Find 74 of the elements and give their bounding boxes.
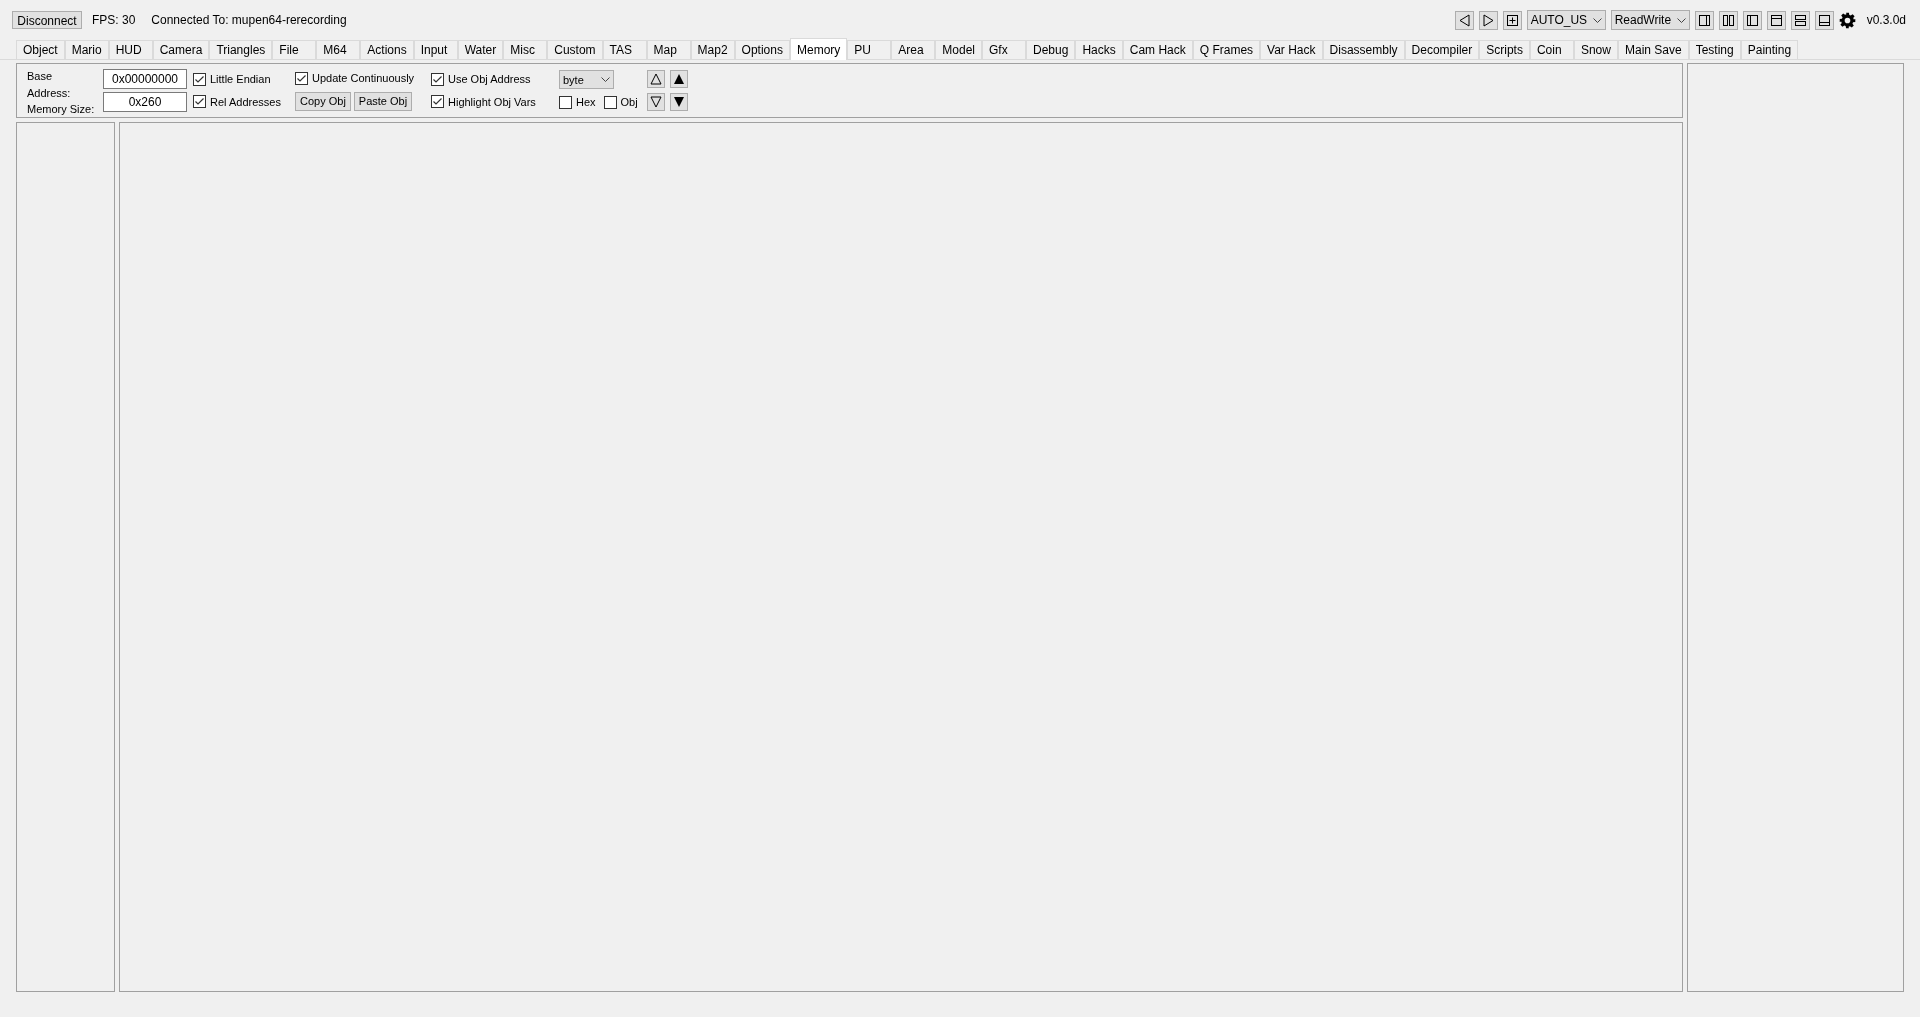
memory-size-field[interactable]: 0x260 bbox=[103, 91, 187, 112]
connection-label: Connected To: mupen64-rerecording bbox=[151, 12, 347, 29]
version-label: v0.3.0d bbox=[1866, 12, 1906, 29]
tab[interactable]: Gfx bbox=[982, 40, 1026, 59]
paste-button[interactable]: Paste Obj bbox=[353, 91, 413, 111]
disconnect-button[interactable]: Disconnect bbox=[12, 11, 82, 29]
tab[interactable]: Disassembly bbox=[1322, 40, 1405, 59]
checkbox-box[interactable] bbox=[193, 95, 206, 109]
tab[interactable]: Map2 bbox=[690, 40, 735, 59]
tab[interactable]: Input bbox=[413, 40, 458, 59]
tab[interactable]: Custom bbox=[547, 40, 603, 59]
add-icon[interactable] bbox=[1502, 10, 1522, 30]
layout-icon[interactable] bbox=[1742, 10, 1762, 30]
tab[interactable]: Triangles bbox=[209, 40, 273, 59]
tab[interactable]: Camera bbox=[152, 40, 210, 59]
checkbox-box[interactable] bbox=[431, 72, 444, 86]
tab[interactable]: Var Hack bbox=[1260, 40, 1323, 59]
type-dropdown[interactable]: byte bbox=[559, 70, 614, 90]
tab[interactable]: File bbox=[272, 40, 317, 59]
previous-icon[interactable] bbox=[1454, 10, 1474, 30]
checkbox-box[interactable] bbox=[295, 72, 308, 86]
tab[interactable]: Q Frames bbox=[1192, 40, 1261, 59]
mode-dropdown[interactable]: ReadWrite bbox=[1610, 10, 1690, 30]
tab[interactable]: Object bbox=[16, 40, 65, 59]
tab[interactable]: Mario bbox=[64, 40, 109, 59]
checkbox[interactable]: Obj bbox=[603, 94, 638, 111]
checkbox-box[interactable] bbox=[559, 95, 572, 109]
tab[interactable]: Options bbox=[734, 40, 790, 59]
tab[interactable]: Scripts bbox=[1479, 40, 1530, 59]
fps-label: FPS: 30 bbox=[92, 12, 136, 29]
tab[interactable]: Memory bbox=[789, 38, 848, 60]
tab[interactable]: Area bbox=[891, 40, 936, 59]
caret-icon bbox=[601, 77, 610, 83]
tab[interactable]: Cam Hack bbox=[1122, 40, 1193, 59]
checkbox[interactable]: Use Obj Address bbox=[431, 71, 553, 88]
tab[interactable]: TAS bbox=[602, 40, 647, 59]
tab[interactable]: Actions bbox=[360, 40, 414, 59]
checkbox[interactable]: Update Continuously bbox=[295, 70, 425, 87]
caret-icon bbox=[1592, 17, 1602, 23]
layout-icon[interactable] bbox=[1694, 10, 1714, 30]
layout-icon[interactable] bbox=[1814, 10, 1834, 30]
tab[interactable]: PU bbox=[847, 40, 892, 59]
tab[interactable]: Testing bbox=[1688, 40, 1741, 59]
layout-icon[interactable] bbox=[1790, 10, 1810, 30]
checkbox[interactable]: Hex bbox=[559, 94, 596, 111]
caret-icon bbox=[1676, 17, 1686, 23]
checkbox[interactable]: Little Endian bbox=[193, 71, 289, 88]
tab[interactable]: Painting bbox=[1740, 40, 1799, 59]
base-address-field[interactable]: 0x00000000 bbox=[103, 69, 187, 90]
checkbox-box[interactable] bbox=[431, 95, 444, 109]
checkbox[interactable]: Rel Addresses bbox=[193, 93, 289, 110]
tab[interactable]: M64 bbox=[316, 40, 361, 59]
tab[interactable]: Water bbox=[457, 40, 504, 59]
checkbox[interactable]: Highlight Obj Vars bbox=[431, 93, 553, 110]
checkbox-box[interactable] bbox=[603, 95, 617, 109]
layout-icon[interactable] bbox=[1718, 10, 1738, 30]
tab[interactable]: Snow bbox=[1573, 40, 1618, 59]
tab[interactable]: Misc bbox=[503, 40, 548, 59]
field-label: Base Address: bbox=[27, 69, 72, 101]
settings-icon[interactable] bbox=[1838, 11, 1856, 29]
checkbox-box[interactable] bbox=[193, 72, 206, 86]
tab[interactable]: Decompiler bbox=[1404, 40, 1480, 59]
field-label: Memory Size: bbox=[27, 102, 96, 117]
tab[interactable]: Map bbox=[646, 40, 691, 59]
tab[interactable]: Hacks bbox=[1075, 40, 1123, 59]
tab[interactable]: Coin bbox=[1529, 40, 1574, 59]
tab[interactable]: Model bbox=[935, 40, 982, 59]
tab[interactable]: Main Save bbox=[1617, 40, 1689, 59]
next-icon[interactable] bbox=[1478, 10, 1498, 30]
region-dropdown[interactable]: AUTO_US bbox=[1526, 10, 1606, 30]
layout-icon[interactable] bbox=[1766, 10, 1786, 30]
tab[interactable]: Debug bbox=[1026, 40, 1076, 59]
tab[interactable]: HUD bbox=[108, 40, 153, 59]
copy-button[interactable]: Copy Obj bbox=[295, 91, 351, 111]
